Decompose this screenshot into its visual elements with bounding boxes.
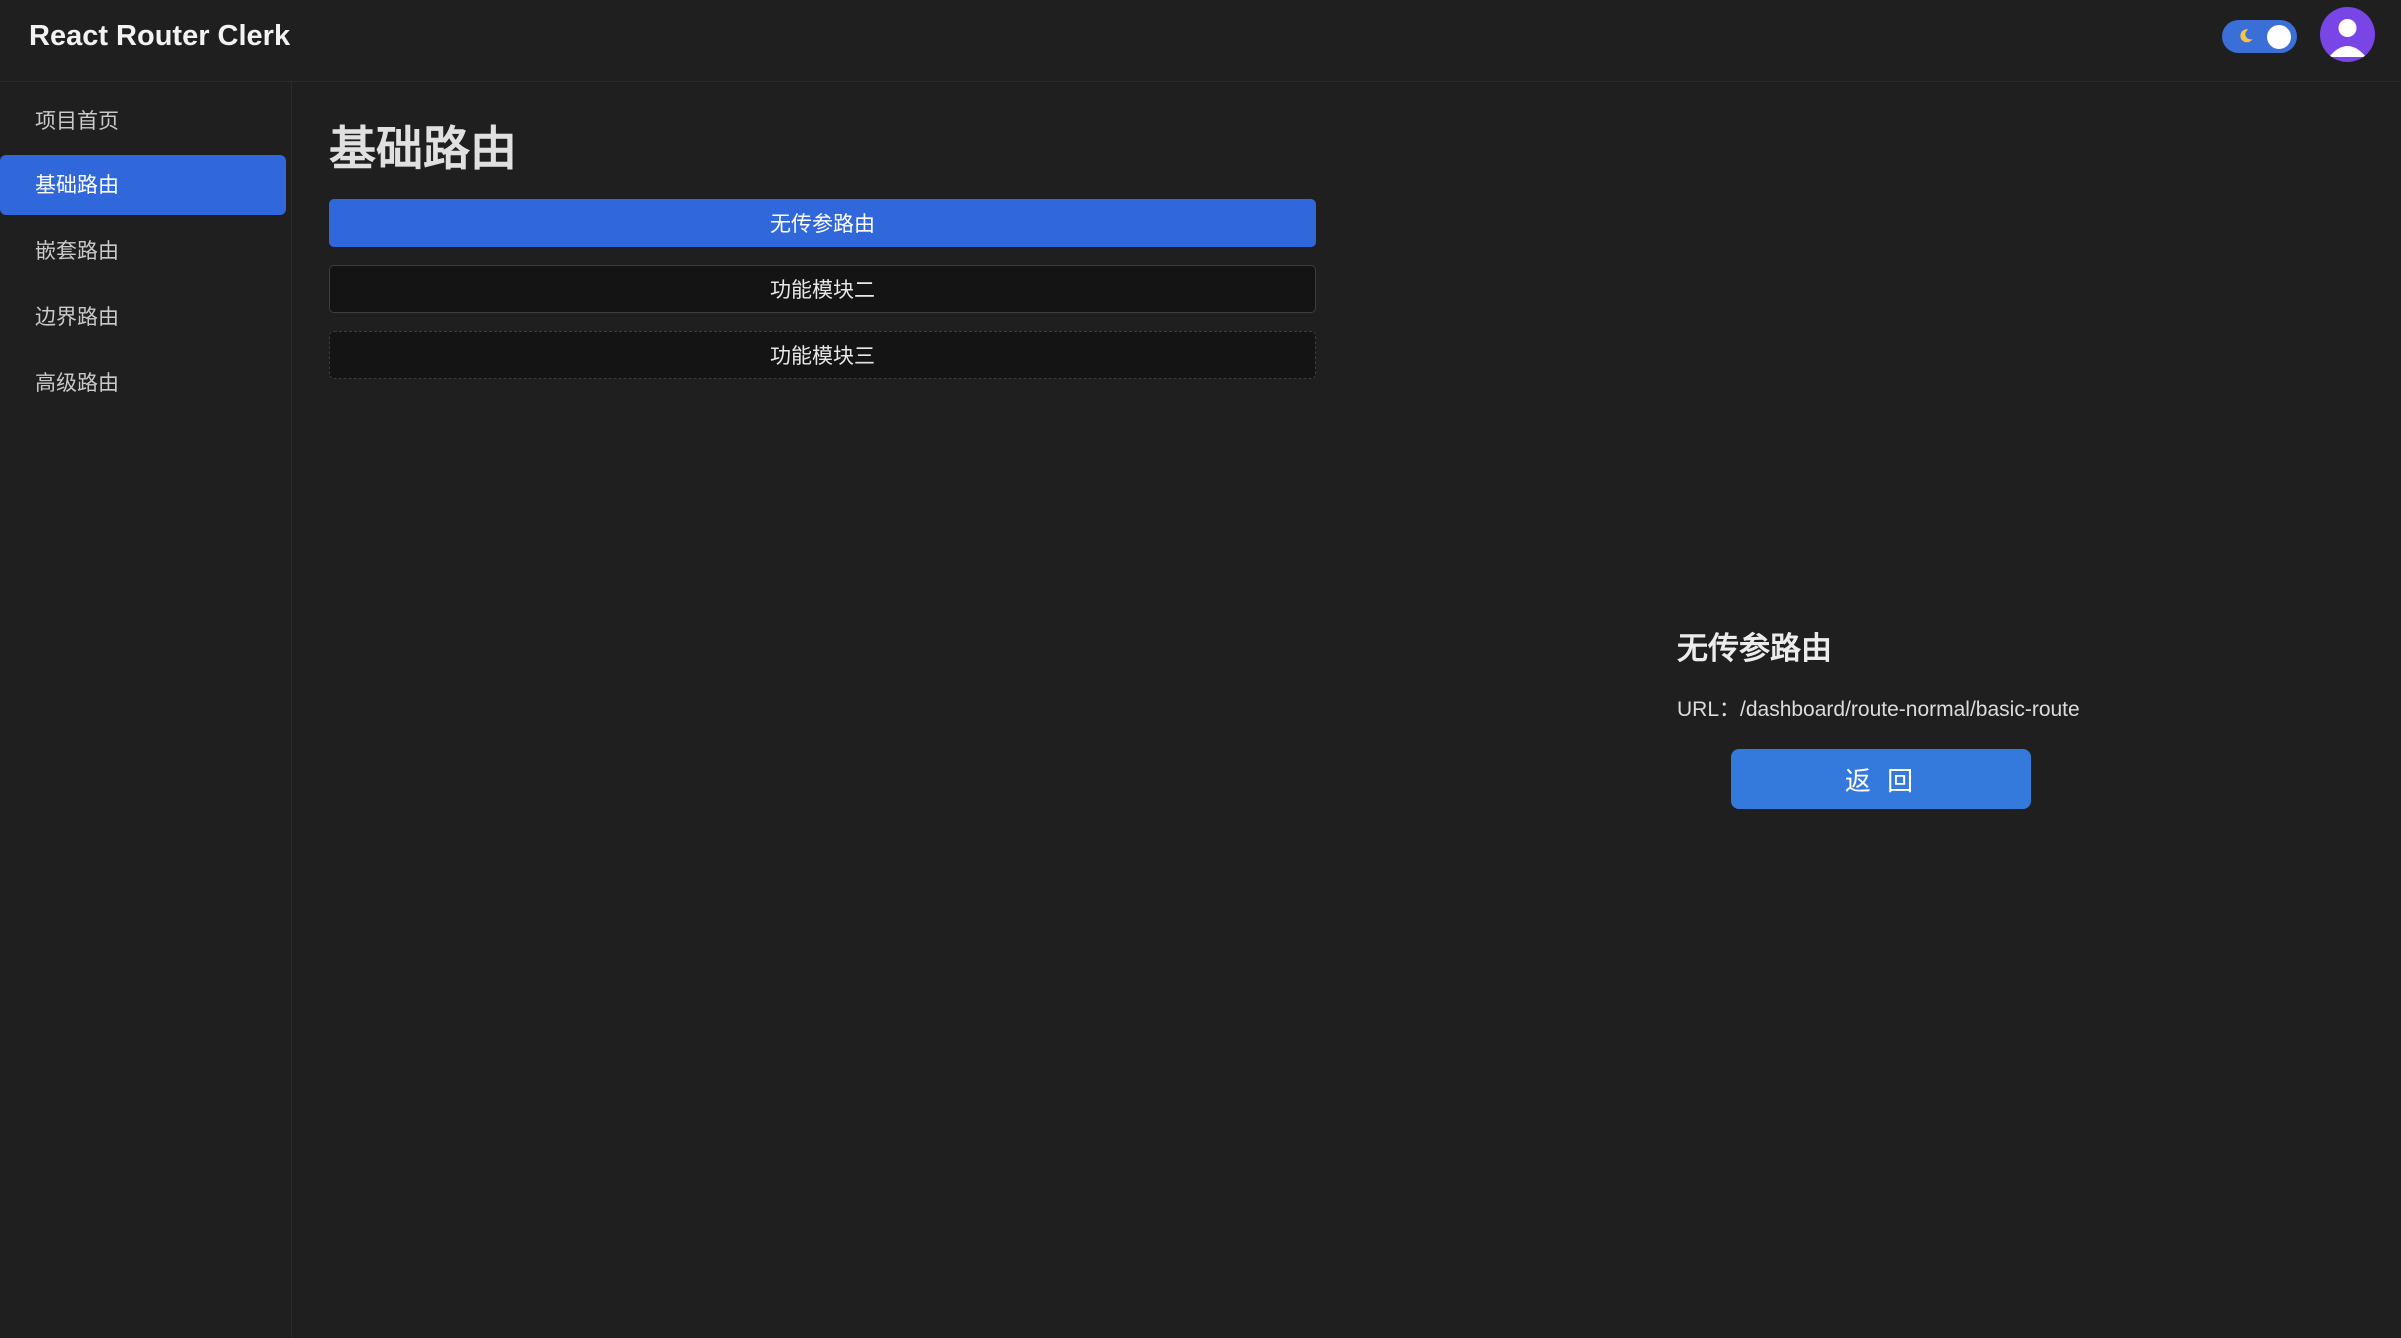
user-avatar-icon: [2329, 19, 2366, 57]
sidebar-item-label: 嵌套路由: [35, 239, 119, 263]
route-button-module-two[interactable]: 功能模块二: [329, 265, 1316, 313]
sidebar-nav: 项目首页 基础路由 嵌套路由 边界路由 高级路由: [0, 82, 292, 1338]
sidebar-item-home[interactable]: 项目首页: [0, 91, 286, 151]
moon-icon: [2240, 29, 2253, 43]
sidebar-item-label: 项目首页: [35, 109, 119, 133]
theme-toggle[interactable]: [2222, 20, 2297, 53]
detail-url: URL：/dashboard/route-normal/basic-route: [1677, 698, 2080, 721]
toggle-knob: [2267, 25, 2291, 49]
sidebar-item-advanced-routes[interactable]: 高级路由: [0, 353, 286, 413]
sidebar-item-label: 边界路由: [35, 305, 119, 329]
route-button-module-three[interactable]: 功能模块三: [329, 331, 1316, 379]
top-header: React Router Clerk: [0, 0, 2401, 82]
user-avatar[interactable]: [2320, 7, 2375, 62]
detail-title: 无传参路由: [1677, 631, 1832, 667]
sidebar-item-nested-routes[interactable]: 嵌套路由: [0, 221, 286, 281]
sidebar-item-label: 基础路由: [35, 173, 119, 197]
sidebar-item-basic-routes[interactable]: 基础路由: [0, 155, 286, 215]
page-title: 基础路由: [329, 122, 517, 177]
route-button-no-params[interactable]: 无传参路由: [329, 199, 1316, 247]
sidebar-item-label: 高级路由: [35, 371, 119, 395]
app-title: React Router Clerk: [29, 20, 291, 52]
back-button[interactable]: 返 回: [1731, 749, 2031, 809]
sidebar-item-boundary-routes[interactable]: 边界路由: [0, 287, 286, 347]
